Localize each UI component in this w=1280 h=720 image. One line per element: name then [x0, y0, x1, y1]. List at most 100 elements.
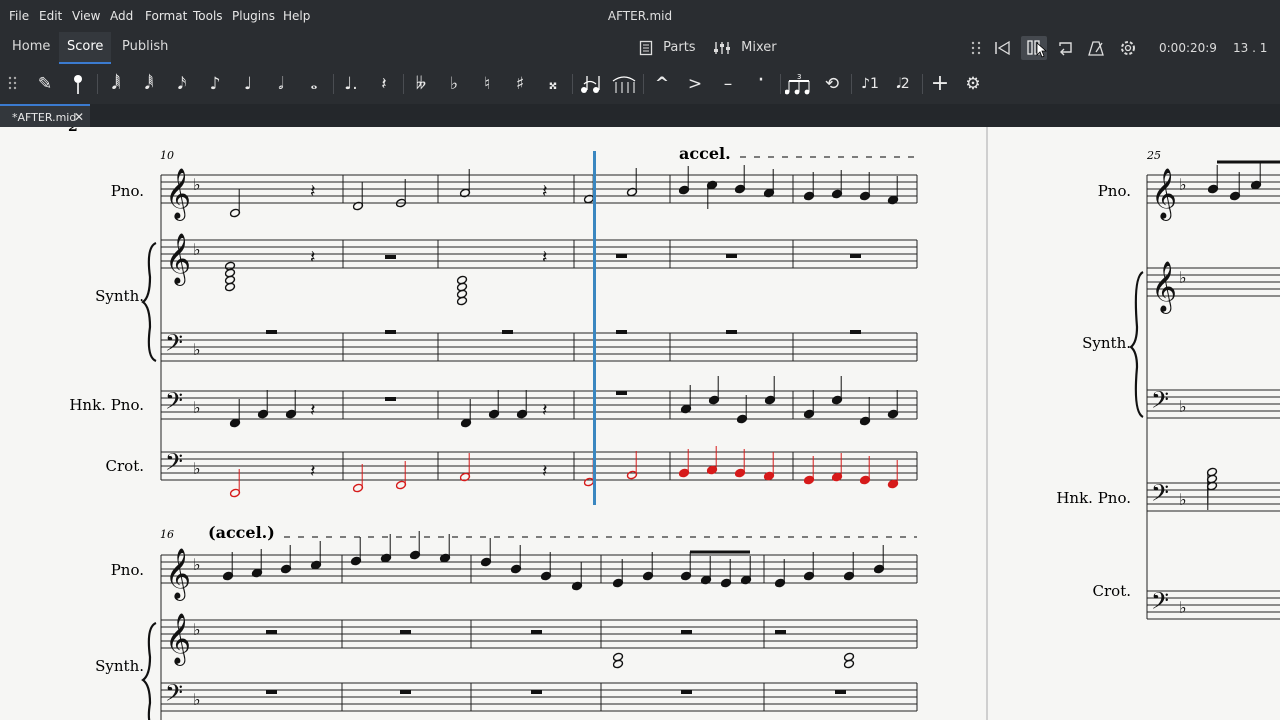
playback-position: 13 . 1	[1233, 41, 1268, 55]
toolbar-separator	[97, 74, 98, 94]
key-signature-flat: ♭	[193, 459, 201, 478]
whole-rest	[616, 391, 627, 395]
flip-direction-icon[interactable]: ⟲	[818, 70, 846, 98]
tempo-marking-accel-cont: (accel.)	[208, 523, 275, 542]
workspace-tab-bar: Home Score Publish Parts Mixer 0:00:20:9…	[0, 32, 1280, 64]
quarter-rest-icon: 𝄽	[542, 400, 548, 421]
tenuto-icon[interactable]: –	[714, 70, 742, 98]
slur-icon[interactable]	[610, 70, 638, 98]
whole-rest	[726, 254, 737, 258]
64th-note-icon[interactable]: 𝅘𝅥𝅲	[102, 70, 130, 98]
whole-rest	[835, 690, 846, 694]
augmentation-dot-icon[interactable]: ♩.	[337, 70, 365, 98]
window-title: AFTER.mid	[607, 9, 673, 23]
instrument-label-synth: Synth.	[1082, 334, 1131, 352]
menu-edit[interactable]: Edit	[39, 9, 62, 23]
pencil-icon[interactable]: ✎	[31, 70, 59, 98]
menu-tools[interactable]: Tools	[193, 9, 223, 23]
quarter-rest-icon: 𝄽	[542, 181, 548, 202]
toolbar-separator	[643, 74, 644, 94]
voice-1-icon[interactable]: ♪1	[856, 70, 884, 98]
tuplet-icon[interactable]: 3	[784, 70, 813, 98]
menu-add[interactable]: Add	[110, 9, 133, 23]
metronome-icon[interactable]	[1088, 40, 1106, 56]
whole-rest	[400, 630, 411, 634]
tab-score[interactable]: Score	[59, 32, 112, 64]
tab-publish[interactable]: Publish	[118, 32, 172, 64]
key-signature-flat: ♭	[1179, 397, 1187, 416]
instrument-label-crot: Crot.	[1093, 582, 1131, 600]
voice-2-icon[interactable]: 𝅘𝅥2	[889, 70, 917, 98]
flat-icon[interactable]: ♭	[440, 70, 468, 98]
customize-toolbar-icon[interactable]: ⚙	[959, 70, 987, 98]
page-number: 2	[68, 127, 78, 135]
whole-rest	[266, 630, 277, 634]
playback-settings-icon[interactable]	[1119, 39, 1137, 57]
bass-clef-icon: 𝄢	[165, 679, 183, 712]
8th-note-icon[interactable]: ♪	[201, 70, 229, 98]
bass-clef-icon: 𝄢	[1151, 587, 1169, 620]
whole-rest	[400, 690, 411, 694]
grand-staff-brace	[141, 621, 157, 720]
add-icon[interactable]: +	[926, 70, 954, 98]
score-view[interactable]: 𝄞 ♭𝄞 ♭𝄢 ♭𝄢 ♭𝄢 ♭𝄞 ♭𝄞 ♭𝄢 ♭𝄞 ♭𝄞 ♭𝄢 ♭𝄢 ♭𝄢 ♭ 𝄽 𝄽𝄽 𝄽𝄽 𝄽𝄽 𝄽 2 10…	[0, 127, 1280, 720]
double-sharp-icon[interactable]: 𝄪	[539, 70, 567, 98]
rest-icon[interactable]: 𝄽	[370, 70, 398, 98]
bass-clef-icon: 𝄢	[165, 329, 183, 362]
double-flat-icon[interactable]: 𝄫	[407, 70, 435, 98]
whole-rest	[681, 690, 692, 694]
close-icon[interactable]: ✕	[74, 106, 84, 129]
instrument-label-synth: Synth.	[95, 657, 144, 675]
key-signature-flat: ♭	[1179, 490, 1187, 509]
svg-text:3: 3	[797, 73, 801, 81]
grand-staff-brace	[1129, 271, 1144, 418]
marcato-icon[interactable]: ^	[648, 70, 676, 98]
treble-clef-icon: 𝄞	[165, 233, 191, 286]
mixer-button[interactable]: Mixer	[713, 39, 777, 57]
treble-clef-icon: 𝄞	[165, 168, 191, 221]
sharp-icon[interactable]: ♯	[506, 70, 534, 98]
16th-note-icon[interactable]: 𝅘𝅥𝅯	[168, 70, 196, 98]
notehead	[612, 652, 624, 662]
accent-icon[interactable]: >	[681, 70, 709, 98]
whole-rest	[385, 330, 396, 334]
quarter-note-icon[interactable]: ♩	[234, 70, 262, 98]
whole-rest	[385, 255, 396, 259]
whole-note-icon[interactable]: 𝅝	[300, 70, 328, 98]
rewind-icon[interactable]	[994, 40, 1012, 56]
measure-number-10: 10	[160, 149, 174, 162]
32nd-note-icon[interactable]: 𝅘𝅥𝅱	[135, 70, 163, 98]
menu-help[interactable]: Help	[283, 9, 310, 23]
toolbar-separator	[572, 74, 573, 94]
staccato-icon[interactable]: ·	[747, 70, 775, 98]
tab-home[interactable]: Home	[8, 32, 54, 64]
menu-plugins[interactable]: Plugins	[232, 9, 275, 23]
parts-button[interactable]: Parts	[639, 39, 696, 57]
whole-rest	[502, 330, 513, 334]
instrument-label-piano: Pno.	[111, 182, 144, 200]
treble-clef-icon: 𝄞	[1151, 261, 1177, 314]
playback-cursor[interactable]	[593, 151, 596, 505]
treble-clef-icon: 𝄞	[165, 548, 191, 601]
menu-format[interactable]: Format	[145, 9, 187, 23]
score-canvas[interactable]: 𝄞 ♭ 𝄞 ♭ 𝄢 ♭ 𝄢 ♭ 𝄢 ♭ 𝄞 ♭ 𝄞 ♭ 𝄢 ♭ 𝄞 ♭ 𝄞 ♭ 𝄢 ♭ 𝄢 ♭ 𝄢 ♭ 𝄽 𝄽 𝄽 𝄽 𝄽 𝄽 𝄽 𝄽 2 10…	[0, 127, 1280, 720]
document-tab-label: *AFTER.mid	[12, 111, 77, 124]
note-input-toolbar: ✎ 𝅘𝅥𝅲 𝅘𝅥𝅱 𝅘𝅥𝅯 ♪ ♩ 𝅗𝅥 𝅝 ♩. 𝄽 𝄫 ♭ ♮ ♯ 𝄪 ^ …	[0, 64, 1280, 104]
mixer-icon	[714, 41, 730, 54]
natural-icon[interactable]: ♮	[473, 70, 501, 98]
whole-rest	[726, 330, 737, 334]
toolbar-separator	[851, 74, 852, 94]
notehead	[456, 275, 468, 285]
input-mode-icon[interactable]	[64, 70, 92, 98]
menu-file[interactable]: File	[9, 9, 29, 23]
document-tab[interactable]: *AFTER.mid ✕	[0, 104, 90, 127]
key-signature-flat: ♭	[193, 340, 201, 359]
measure-number-25: 25	[1146, 149, 1161, 162]
half-note-icon[interactable]: 𝅗𝅥	[267, 70, 295, 98]
tie-icon[interactable]	[577, 70, 605, 98]
toolbar-separator	[333, 74, 334, 94]
loop-icon[interactable]	[1057, 40, 1075, 56]
menu-view[interactable]: View	[72, 9, 100, 23]
quarter-rest-icon: 𝄽	[310, 247, 316, 268]
playback-time: 0:00:20:9	[1159, 41, 1217, 55]
